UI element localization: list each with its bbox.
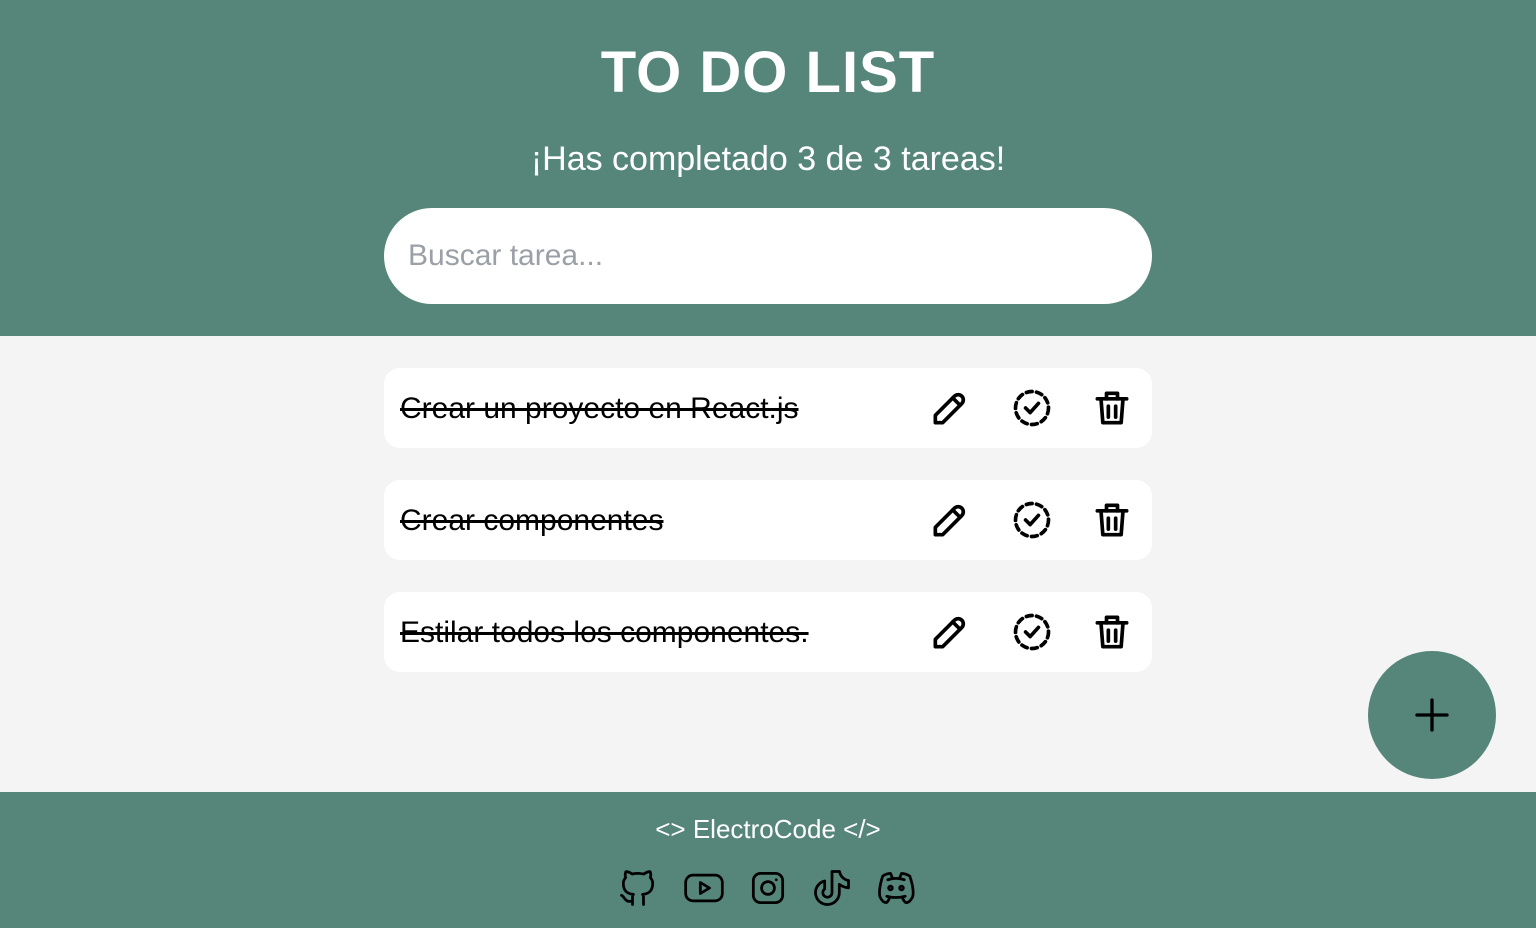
github-link[interactable] bbox=[616, 866, 660, 910]
trash-icon bbox=[1095, 503, 1129, 537]
edit-button[interactable] bbox=[928, 386, 972, 430]
plus-icon bbox=[1415, 698, 1449, 732]
page-title: TO DO LIST bbox=[600, 40, 936, 105]
trash-icon bbox=[1095, 391, 1129, 425]
delete-button[interactable] bbox=[1090, 386, 1134, 430]
complete-button[interactable] bbox=[1010, 610, 1054, 654]
discord-link[interactable] bbox=[874, 866, 918, 910]
dashed-check-circle-icon bbox=[1013, 501, 1051, 539]
task-text: Crear componentes bbox=[400, 504, 664, 537]
github-icon bbox=[620, 870, 655, 906]
footer-brand: <> ElectroCode </> bbox=[655, 814, 881, 844]
complete-button[interactable] bbox=[1010, 386, 1054, 430]
task-item: Crear componentes bbox=[384, 480, 1152, 560]
search-input[interactable] bbox=[384, 208, 1152, 304]
completed-counter: ¡Has completado 3 de 3 tareas! bbox=[530, 140, 1006, 178]
task-text: Estilar todos los componentes. bbox=[400, 616, 809, 649]
tiktok-icon bbox=[814, 870, 850, 906]
delete-button[interactable] bbox=[1090, 498, 1134, 542]
edit-button[interactable] bbox=[928, 610, 972, 654]
edit-button[interactable] bbox=[928, 498, 972, 542]
dashed-check-circle-icon bbox=[1013, 389, 1051, 427]
pencil-icon bbox=[933, 616, 966, 649]
task-text: Crear un proyecto en React.js bbox=[400, 392, 799, 425]
app-header: TO DO LIST ¡Has completado 3 de 3 tareas… bbox=[0, 0, 1536, 336]
task-item: Crear un proyecto en React.js bbox=[384, 368, 1152, 448]
dashed-check-circle-icon bbox=[1013, 613, 1051, 651]
youtube-link[interactable] bbox=[682, 866, 726, 910]
pencil-icon bbox=[933, 504, 966, 537]
pencil-icon bbox=[933, 392, 966, 425]
instagram-link[interactable] bbox=[746, 866, 790, 910]
discord-icon bbox=[878, 871, 915, 905]
youtube-icon bbox=[684, 873, 724, 903]
social-links bbox=[616, 866, 920, 910]
complete-button[interactable] bbox=[1010, 498, 1054, 542]
instagram-icon bbox=[751, 871, 785, 905]
app-footer: <> ElectroCode </> bbox=[0, 792, 1536, 928]
task-item: Estilar todos los componentes. bbox=[384, 592, 1152, 672]
tiktok-link[interactable] bbox=[810, 866, 854, 910]
delete-button[interactable] bbox=[1090, 610, 1134, 654]
add-task-button[interactable] bbox=[1368, 651, 1496, 779]
trash-icon bbox=[1095, 615, 1129, 649]
